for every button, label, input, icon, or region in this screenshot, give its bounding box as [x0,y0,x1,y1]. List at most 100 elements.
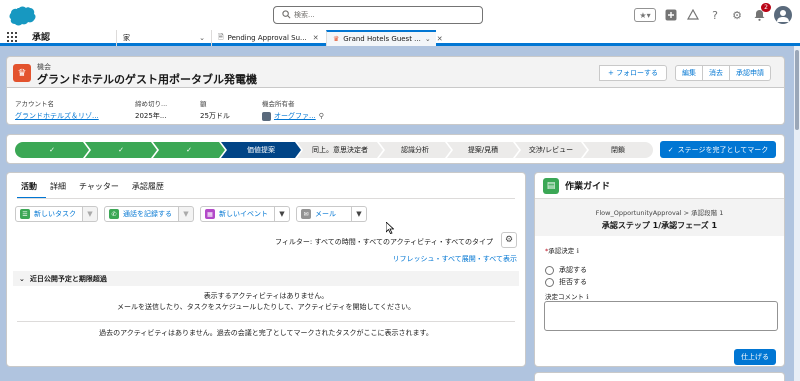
setup-gear-icon[interactable]: ⚙ [730,8,744,22]
mark-stage-complete-label: ステージを完了としてマーク [677,145,769,154]
divider [17,321,515,322]
field-value: 2025年... [135,112,167,120]
chevron-down-icon[interactable]: ⌄ [199,34,205,42]
flow-breadcrumb: Flow_OpportunityApproval > 承認段階 1 [595,209,724,217]
submit-approval-button[interactable]: 承認申請 [730,65,771,81]
no-activity-message: 表示するアクティビティはありません。 メールを送信したり、タスクをスケジュールし… [7,291,525,313]
favorites-star-icon[interactable]: ★▾ [634,8,656,22]
app-launcher-waffle-icon[interactable] [0,30,24,43]
new-task-button[interactable]: ☰ 新しいタスク [15,206,83,222]
activity-links[interactable]: リフレッシュ・すべて展開・すべて表示 [393,254,517,264]
mouse-cursor-icon [385,221,395,237]
finish-button[interactable]: 仕上げる [734,349,776,365]
tab-approval-history[interactable]: 承認履歴 [128,181,173,199]
checkmark-icon: ✓ [667,145,674,154]
close-icon[interactable]: ✕ [313,34,319,42]
email-dropdown-icon[interactable]: ▼ [352,206,367,222]
opportunity-crown-icon: ♛ [13,64,31,82]
chevron-down-icon[interactable]: ⌄ [425,35,431,43]
nav-tab-home[interactable]: 家 ⌄ [116,30,211,46]
radio-reject[interactable]: 拒否する [545,277,587,287]
global-search-input[interactable]: 検索... [273,6,483,24]
new-event-dropdown-icon[interactable]: ▼ [275,206,290,222]
follow-button[interactable]: + フォローする [599,65,667,81]
close-icon[interactable]: ✕ [437,35,443,43]
owner-value: オーグファ... ⚲ [262,111,324,121]
path-stage-perception-analysis[interactable]: 認識分析 [379,142,451,158]
upcoming-overdue-section[interactable]: ⌄ 近日公開予定と期限超過 [13,271,519,286]
info-icon[interactable]: ℹ [586,293,588,301]
mark-stage-complete-button[interactable]: ✓ ステージを完了としてマーク [660,141,776,158]
filter-gear-icon[interactable]: ⚙ [501,232,517,248]
page-scrollbar[interactable] [794,46,800,381]
decision-comment-label: 決定コメント ℹ [545,291,589,301]
path-stage-value-proposition[interactable]: 価値提案 [221,142,301,158]
trailhead-guidance-icon[interactable] [686,8,700,22]
radio-approve[interactable]: 承認する [545,265,587,275]
sales-path: ✓ ✓ ✓ 価値提案 同上。意思決定者 認識分析 提案/見積 交渉/レビュー 閉… [6,134,785,164]
email-button[interactable]: ✉ メール [296,206,352,222]
crown-icon: ♛ [333,35,340,43]
log-call-button[interactable]: ✆ 通話を記録する [104,206,179,222]
follow-button-group: + フォローする [599,65,667,81]
path-stage-closed[interactable]: 閉鎖 [583,142,653,158]
salesforce-logo[interactable] [6,5,38,27]
highlights-panel: アカウント名 グランドホテルズ＆リゾ... 締め切り... 2025年... 額… [6,88,785,125]
info-icon[interactable]: ℹ [576,247,578,255]
delete-button[interactable]: 消去 [703,65,730,81]
field-amount: 額 25万ドル [200,98,230,121]
approval-decision-label: *承認決定 ℹ [545,245,579,255]
global-header: 検索... ★▾ ? ⚙ 2 [0,0,800,30]
document-icon: 🗎 [218,32,224,41]
tab-activity[interactable]: 活動 [17,181,46,199]
change-owner-icon[interactable]: ⚲ [319,112,324,120]
path-stage-2[interactable]: ✓ [85,142,157,158]
owner-avatar-icon [262,111,271,121]
account-link[interactable]: グランドホテルズ＆リゾ... [15,111,99,121]
user-avatar[interactable] [774,6,792,24]
clipboard-icon: ▤ [543,177,559,194]
log-call-dropdown-icon[interactable]: ▼ [179,206,194,222]
notifications-bell-icon[interactable]: 2 [752,3,771,22]
header-icons: ★▾ ? ⚙ 2 [634,3,792,24]
record-title: グランドホテルのゲスト用ポータブル発電機 [37,73,257,86]
path-stage-proposal[interactable]: 提案/見積 [447,142,519,158]
path-stages: ✓ ✓ ✓ 価値提案 同上。意思決定者 認識分析 提案/見積 交渉/レビュー 閉… [15,142,653,158]
search-placeholder: 検索... [294,11,315,19]
work-guide-title: 作業ガイド [565,182,611,192]
step-title: 承認ステップ 1/承認フェーズ 1 [601,221,718,230]
path-stage-decision-makers[interactable]: 同上。意思決定者 [297,142,383,158]
path-stage-3[interactable]: ✓ [153,142,225,158]
help-icon[interactable]: ? [708,8,722,22]
tab-details[interactable]: 詳細 [46,181,75,199]
nav-tab-label: Grand Hotels Guest ... [343,35,421,43]
path-stage-negotiation[interactable]: 交渉/レビュー [515,142,587,158]
activity-filter-text: フィルター: すべての時間・すべてのアクティビティ・すべてのタイプ [275,238,493,246]
record-header: ♛ 機会 グランドホテルのゲスト用ポータブル発電機 + フォローする 編集 消去… [6,56,785,88]
field-label: 機会所有者 [262,100,295,108]
record-tabs: 活動 詳細 チャッター 承認履歴 [17,181,173,199]
work-guide-step-header: Flow_OpportunityApproval > 承認段階 1 承認ステップ… [535,199,784,236]
radio-approve-label: 承認する [559,266,587,274]
global-actions-plus-icon[interactable] [664,8,678,22]
chevron-down-icon: ⌄ [19,274,25,283]
section-title: 近日公開予定と期限超過 [29,274,107,283]
tab-chatter[interactable]: チャッター [75,181,128,199]
new-event-group: ▦ 新しいイベント ▼ [200,206,290,222]
path-stage-1[interactable]: ✓ [15,142,89,158]
field-owner: 機会所有者 オーグファ... ⚲ [262,98,324,121]
radio-circle [545,277,554,287]
log-call-label: 通話を記録する [123,210,172,218]
new-event-button[interactable]: ▦ 新しいイベント [200,206,275,222]
calendar-icon: ▦ [205,209,215,219]
nav-tab-grand-hotels[interactable]: ♛ Grand Hotels Guest ... ⌄ ✕ [326,30,443,46]
decision-comment-text: 決定コメント [545,293,584,301]
phone-icon: ✆ [109,209,119,219]
new-task-dropdown-icon[interactable]: ▼ [83,206,98,222]
task-icon: ☰ [20,209,30,219]
work-guide-panel: ▤ 作業ガイド Flow_OpportunityApproval > 承認段階 … [534,172,785,367]
owner-link[interactable]: オーグファ... [274,111,316,121]
edit-button[interactable]: 編集 [675,65,703,81]
nav-tab-pending-approval[interactable]: 🗎 Pending Approval Su... ✕ [211,30,326,46]
decision-comment-textarea[interactable] [544,301,778,331]
